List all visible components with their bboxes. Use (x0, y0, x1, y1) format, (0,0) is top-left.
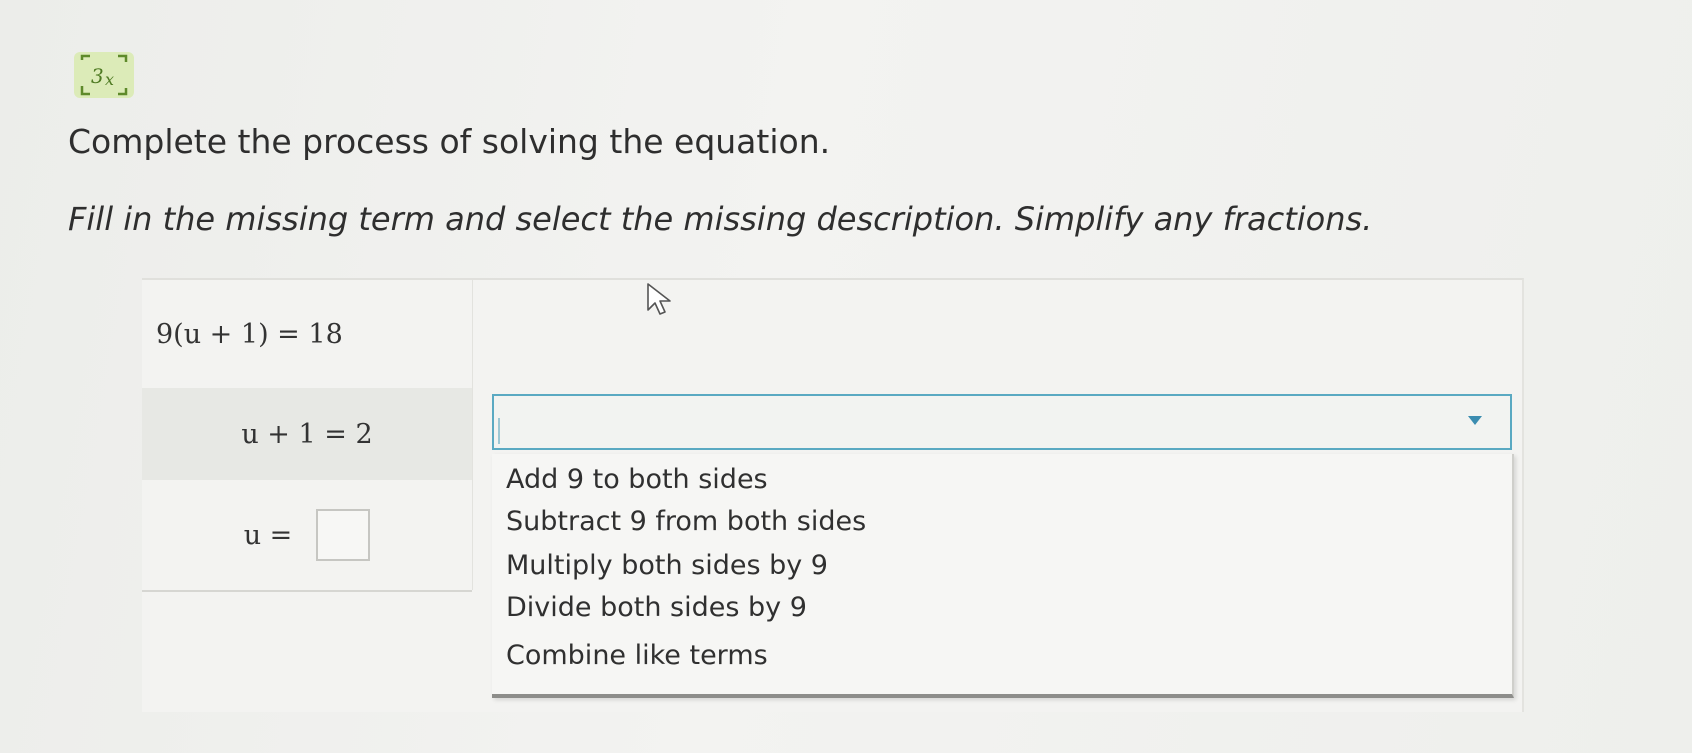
question-title: Complete the process of solving the equa… (68, 122, 831, 161)
equation-step-2-text: u + 1 = 2 (241, 418, 373, 450)
equation-step-1-text: 9(u + 1) = 18 (156, 318, 343, 350)
question-instruction: Fill in the missing term and select the … (68, 200, 1373, 238)
option-add-9[interactable]: Add 9 to both sides (506, 464, 768, 495)
option-multiply-9[interactable]: Multiply both sides by 9 (506, 550, 828, 581)
text-cursor (498, 418, 500, 444)
solution-steps-panel: 9(u + 1) = 18 u + 1 = 2 u = Add 9 to bot… (142, 278, 1524, 712)
answer-input-box[interactable] (316, 509, 371, 561)
description-select[interactable] (492, 394, 1512, 450)
equation-step-3: u = (142, 480, 472, 592)
equation-solver-icon[interactable]: 3 x (74, 52, 134, 98)
description-dropdown-menu: Add 9 to both sides Subtract 9 from both… (492, 454, 1514, 698)
option-combine-like-terms[interactable]: Combine like terms (506, 640, 768, 671)
equation-column: 9(u + 1) = 18 u + 1 = 2 u = (142, 280, 473, 592)
chevron-down-icon[interactable] (1468, 416, 1482, 425)
equation-step-3-lhs: u = (243, 519, 293, 551)
mouse-pointer-icon (646, 282, 676, 322)
equation-step-1: 9(u + 1) = 18 (142, 280, 472, 388)
option-divide-9[interactable]: Divide both sides by 9 (506, 592, 807, 623)
option-subtract-9[interactable]: Subtract 9 from both sides (506, 506, 866, 537)
svg-text:x: x (105, 70, 114, 89)
svg-text:3: 3 (91, 64, 104, 88)
equation-step-2: u + 1 = 2 (142, 388, 472, 480)
